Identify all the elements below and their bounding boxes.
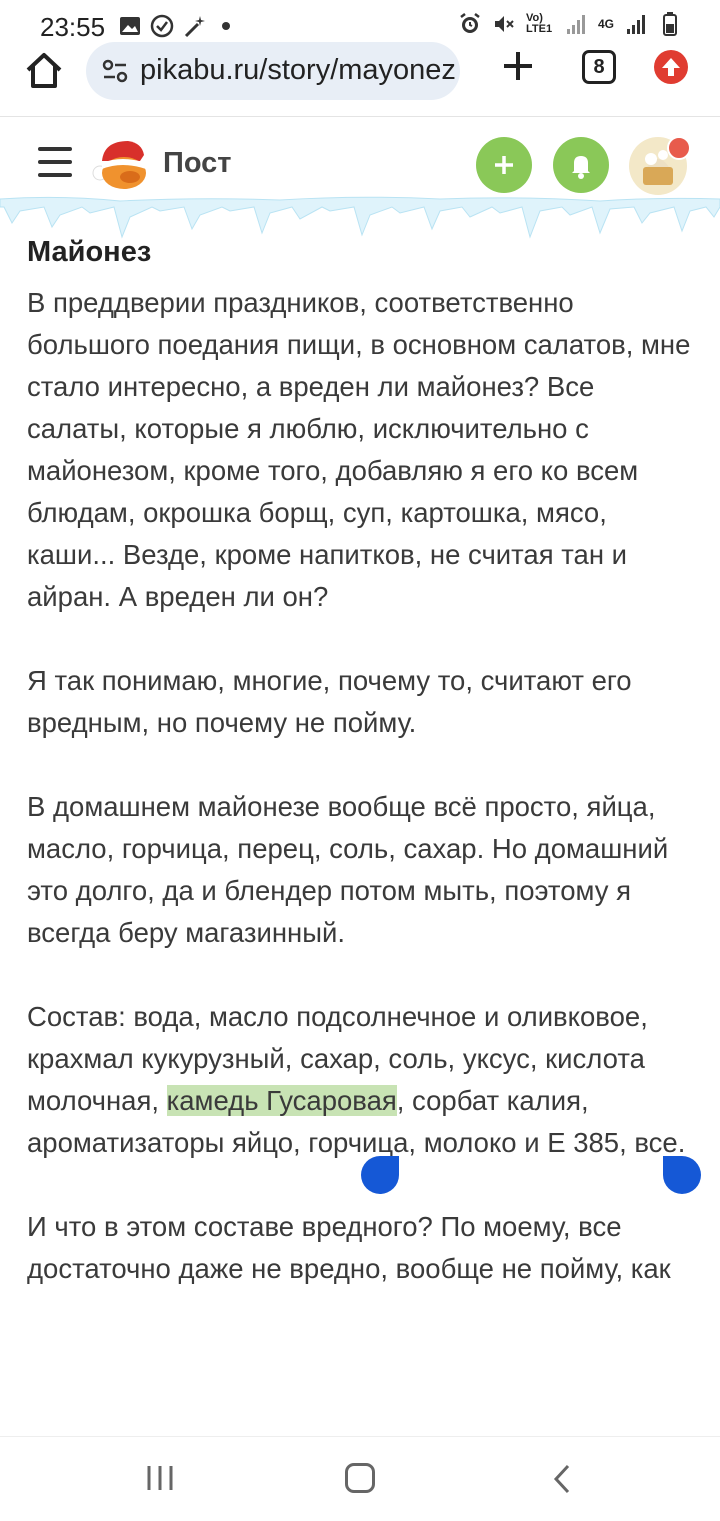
- signal-icon-2: [624, 12, 648, 36]
- mute-icon: [492, 12, 516, 36]
- new-tab-button[interactable]: [498, 46, 538, 86]
- gallery-icon: [118, 14, 142, 38]
- chevron-left-icon[interactable]: [550, 1463, 574, 1495]
- network-4g-label: 4G: [597, 17, 614, 31]
- article-paragraph: В домашнем майонезе вообще всё просто, я…: [27, 791, 669, 948]
- selection-handle-end[interactable]: [663, 1156, 701, 1194]
- plus-icon: [495, 156, 513, 174]
- battery-icon: [658, 12, 682, 36]
- tab-switcher-button[interactable]: 8: [582, 50, 616, 84]
- notifications-button[interactable]: [553, 137, 609, 193]
- url-text: pikabu.ru/story/mayonez: [140, 54, 456, 86]
- arrow-up-icon: [662, 58, 680, 76]
- signal-icon: [564, 12, 588, 36]
- home-icon: [26, 53, 62, 88]
- home-square-icon[interactable]: [345, 1463, 375, 1493]
- article-title: Майонез: [27, 236, 152, 268]
- update-button[interactable]: [654, 50, 688, 84]
- system-nav-bar: [0, 1436, 720, 1521]
- magic-wand-icon: [182, 14, 206, 38]
- site-header: Пост: [0, 117, 720, 239]
- add-post-button[interactable]: [476, 137, 532, 193]
- tune-icon[interactable]: [102, 58, 128, 84]
- plus-icon: [504, 52, 532, 80]
- article-paragraph: В преддверии праздников, соответственно …: [27, 287, 691, 612]
- address-bar[interactable]: pikabu.ru/story/mayonez: [86, 42, 460, 100]
- avatar-notification-dot: [667, 136, 691, 160]
- site-logo[interactable]: [90, 133, 150, 195]
- hamburger-icon[interactable]: [38, 147, 72, 177]
- article-paragraph: И что в этом составе вредного? По моему,…: [27, 1211, 671, 1284]
- article-paragraph: Я так понимаю, многие, почему то, считаю…: [27, 665, 632, 738]
- browser-toolbar: pikabu.ru/story/mayonez 8: [0, 38, 720, 117]
- article-paragraph: Состав: вода, масло подсолнечное и оливк…: [27, 996, 697, 1164]
- network-label: Vo) LTE1: [525, 12, 553, 35]
- dot-icon: [214, 14, 238, 38]
- page-title: Пост: [163, 147, 232, 179]
- selection-handle-start[interactable]: [361, 1156, 399, 1194]
- status-notification-icons: [118, 14, 238, 38]
- selected-text[interactable]: камедь Гусаровая: [166, 1085, 397, 1116]
- check-circle-icon: [150, 14, 174, 38]
- alarm-icon: [458, 12, 482, 36]
- recents-icon[interactable]: [146, 1465, 174, 1491]
- home-button[interactable]: [22, 48, 66, 92]
- bell-icon: [572, 156, 590, 179]
- status-system-icons: Vo) LTE1 4G: [458, 12, 682, 36]
